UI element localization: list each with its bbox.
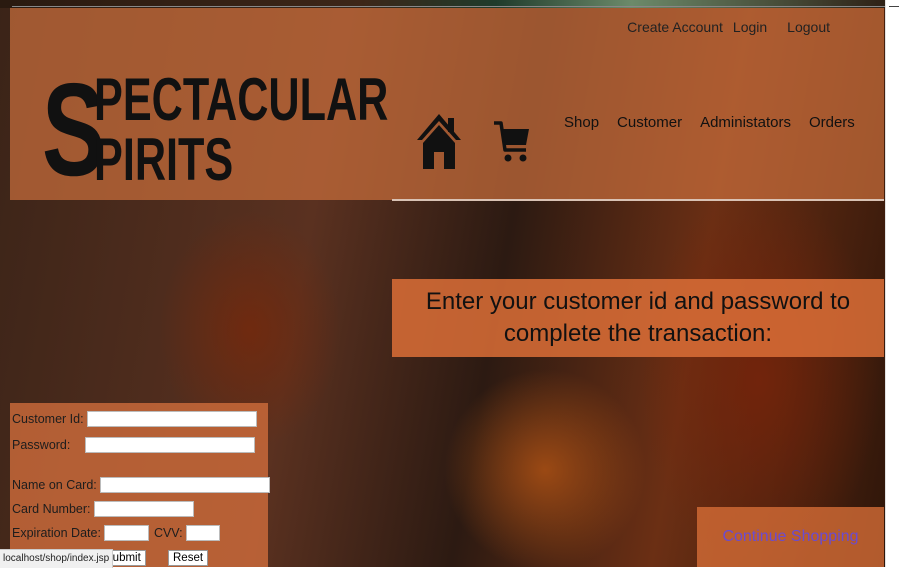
login-link[interactable]: Login (733, 19, 767, 35)
card-number-label: Card Number: (12, 502, 91, 516)
logout-link[interactable]: Logout (787, 19, 830, 35)
cart-icon[interactable] (492, 120, 532, 164)
continue-shopping-panel: Continue Shopping (697, 507, 884, 567)
header-divider (392, 199, 884, 201)
name-on-card-input[interactable] (99, 477, 270, 493)
customer-id-row: Customer Id: (12, 411, 257, 427)
main-nav: Shop Customer Administators Orders (564, 114, 855, 131)
page: S PECTACULAR PIRITS Create Account Login… (10, 8, 884, 567)
top-divider (12, 6, 886, 7)
cvv-input[interactable] (185, 525, 220, 541)
customer-id-input[interactable] (86, 411, 257, 427)
instruction-text: Enter your customer id and password to c… (425, 288, 851, 347)
name-on-card-label: Name on Card: (12, 478, 97, 492)
status-url: localhost/shop/index.jsp (3, 553, 110, 564)
card-number-row: Card Number: (12, 501, 194, 517)
logo-line1: PECTACULAR (94, 66, 389, 133)
cvv-label: CVV: (153, 526, 183, 540)
expiration-label: Expiration Date: (12, 526, 101, 540)
card-number-input[interactable] (93, 501, 194, 517)
nav-administrators[interactable]: Administators (700, 114, 791, 131)
status-bar: localhost/shop/index.jsp (0, 549, 114, 568)
nav-orders[interactable]: Orders (809, 114, 855, 131)
name-on-card-row: Name on Card: (12, 477, 270, 493)
scrollbar[interactable] (885, 0, 902, 567)
nav-customer[interactable]: Customer (617, 114, 682, 131)
expiration-input[interactable] (103, 525, 149, 541)
account-links: Create Account Login Logout (627, 19, 830, 35)
reset-button[interactable]: Reset (168, 550, 209, 566)
nav-shop[interactable]: Shop (564, 114, 599, 131)
scrollbar-arrow-icon[interactable] (889, 6, 899, 7)
password-label: Password: (12, 438, 71, 452)
home-icon[interactable] (416, 112, 462, 170)
password-row: Password: (12, 437, 256, 453)
create-account-link[interactable]: Create Account (627, 19, 723, 35)
expiration-row: Expiration Date: CVV: (12, 525, 220, 541)
customer-id-label: Customer Id: (12, 412, 84, 426)
continue-shopping-link[interactable]: Continue Shopping (722, 528, 858, 546)
password-input[interactable] (85, 437, 256, 453)
logo[interactable]: S PECTACULAR PIRITS (42, 64, 388, 198)
payment-form: Customer Id: Password: Name on Card: Car… (10, 403, 270, 567)
logo-line2: PIRITS (94, 126, 234, 193)
instruction-banner: Enter your customer id and password to c… (392, 279, 884, 357)
